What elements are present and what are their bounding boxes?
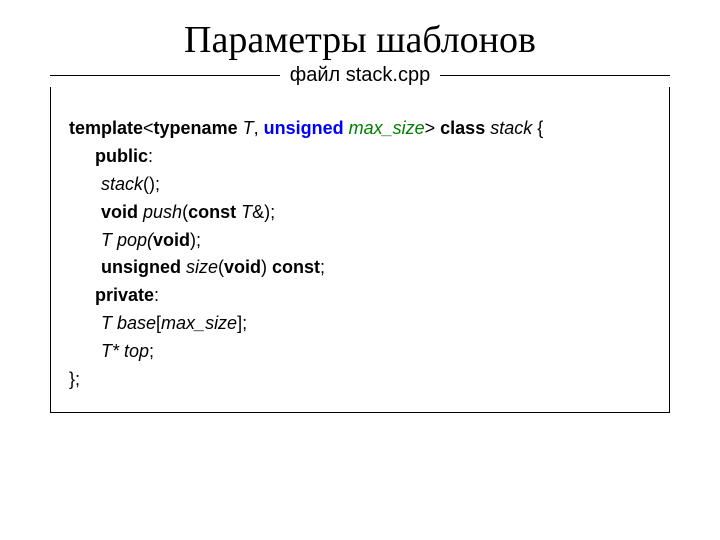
code-line-1: template<typename T, unsigned max_size> … (69, 115, 651, 143)
code-line-10: }; (69, 366, 651, 394)
code-line-9: T* top; (69, 338, 651, 366)
code-line-8: T base[max_size]; (69, 310, 651, 338)
divider-right (440, 75, 670, 76)
code-line-5: T pop(void); (69, 227, 651, 255)
divider-left (50, 75, 280, 76)
file-caption-row: файл stack.cpp (50, 64, 670, 87)
slide: Параметры шаблонов файл stack.cpp templa… (0, 0, 720, 540)
code-line-3: stack(); (69, 171, 651, 199)
code-line-7: private: (69, 282, 651, 310)
code-box: template<typename T, unsigned max_size> … (50, 87, 670, 413)
code-line-4: void push(const T&); (69, 199, 651, 227)
slide-title: Параметры шаблонов (40, 18, 680, 62)
file-caption: файл stack.cpp (280, 64, 440, 87)
code-line-2: public: (69, 143, 651, 171)
code-line-6: unsigned size(void) const; (69, 254, 651, 282)
